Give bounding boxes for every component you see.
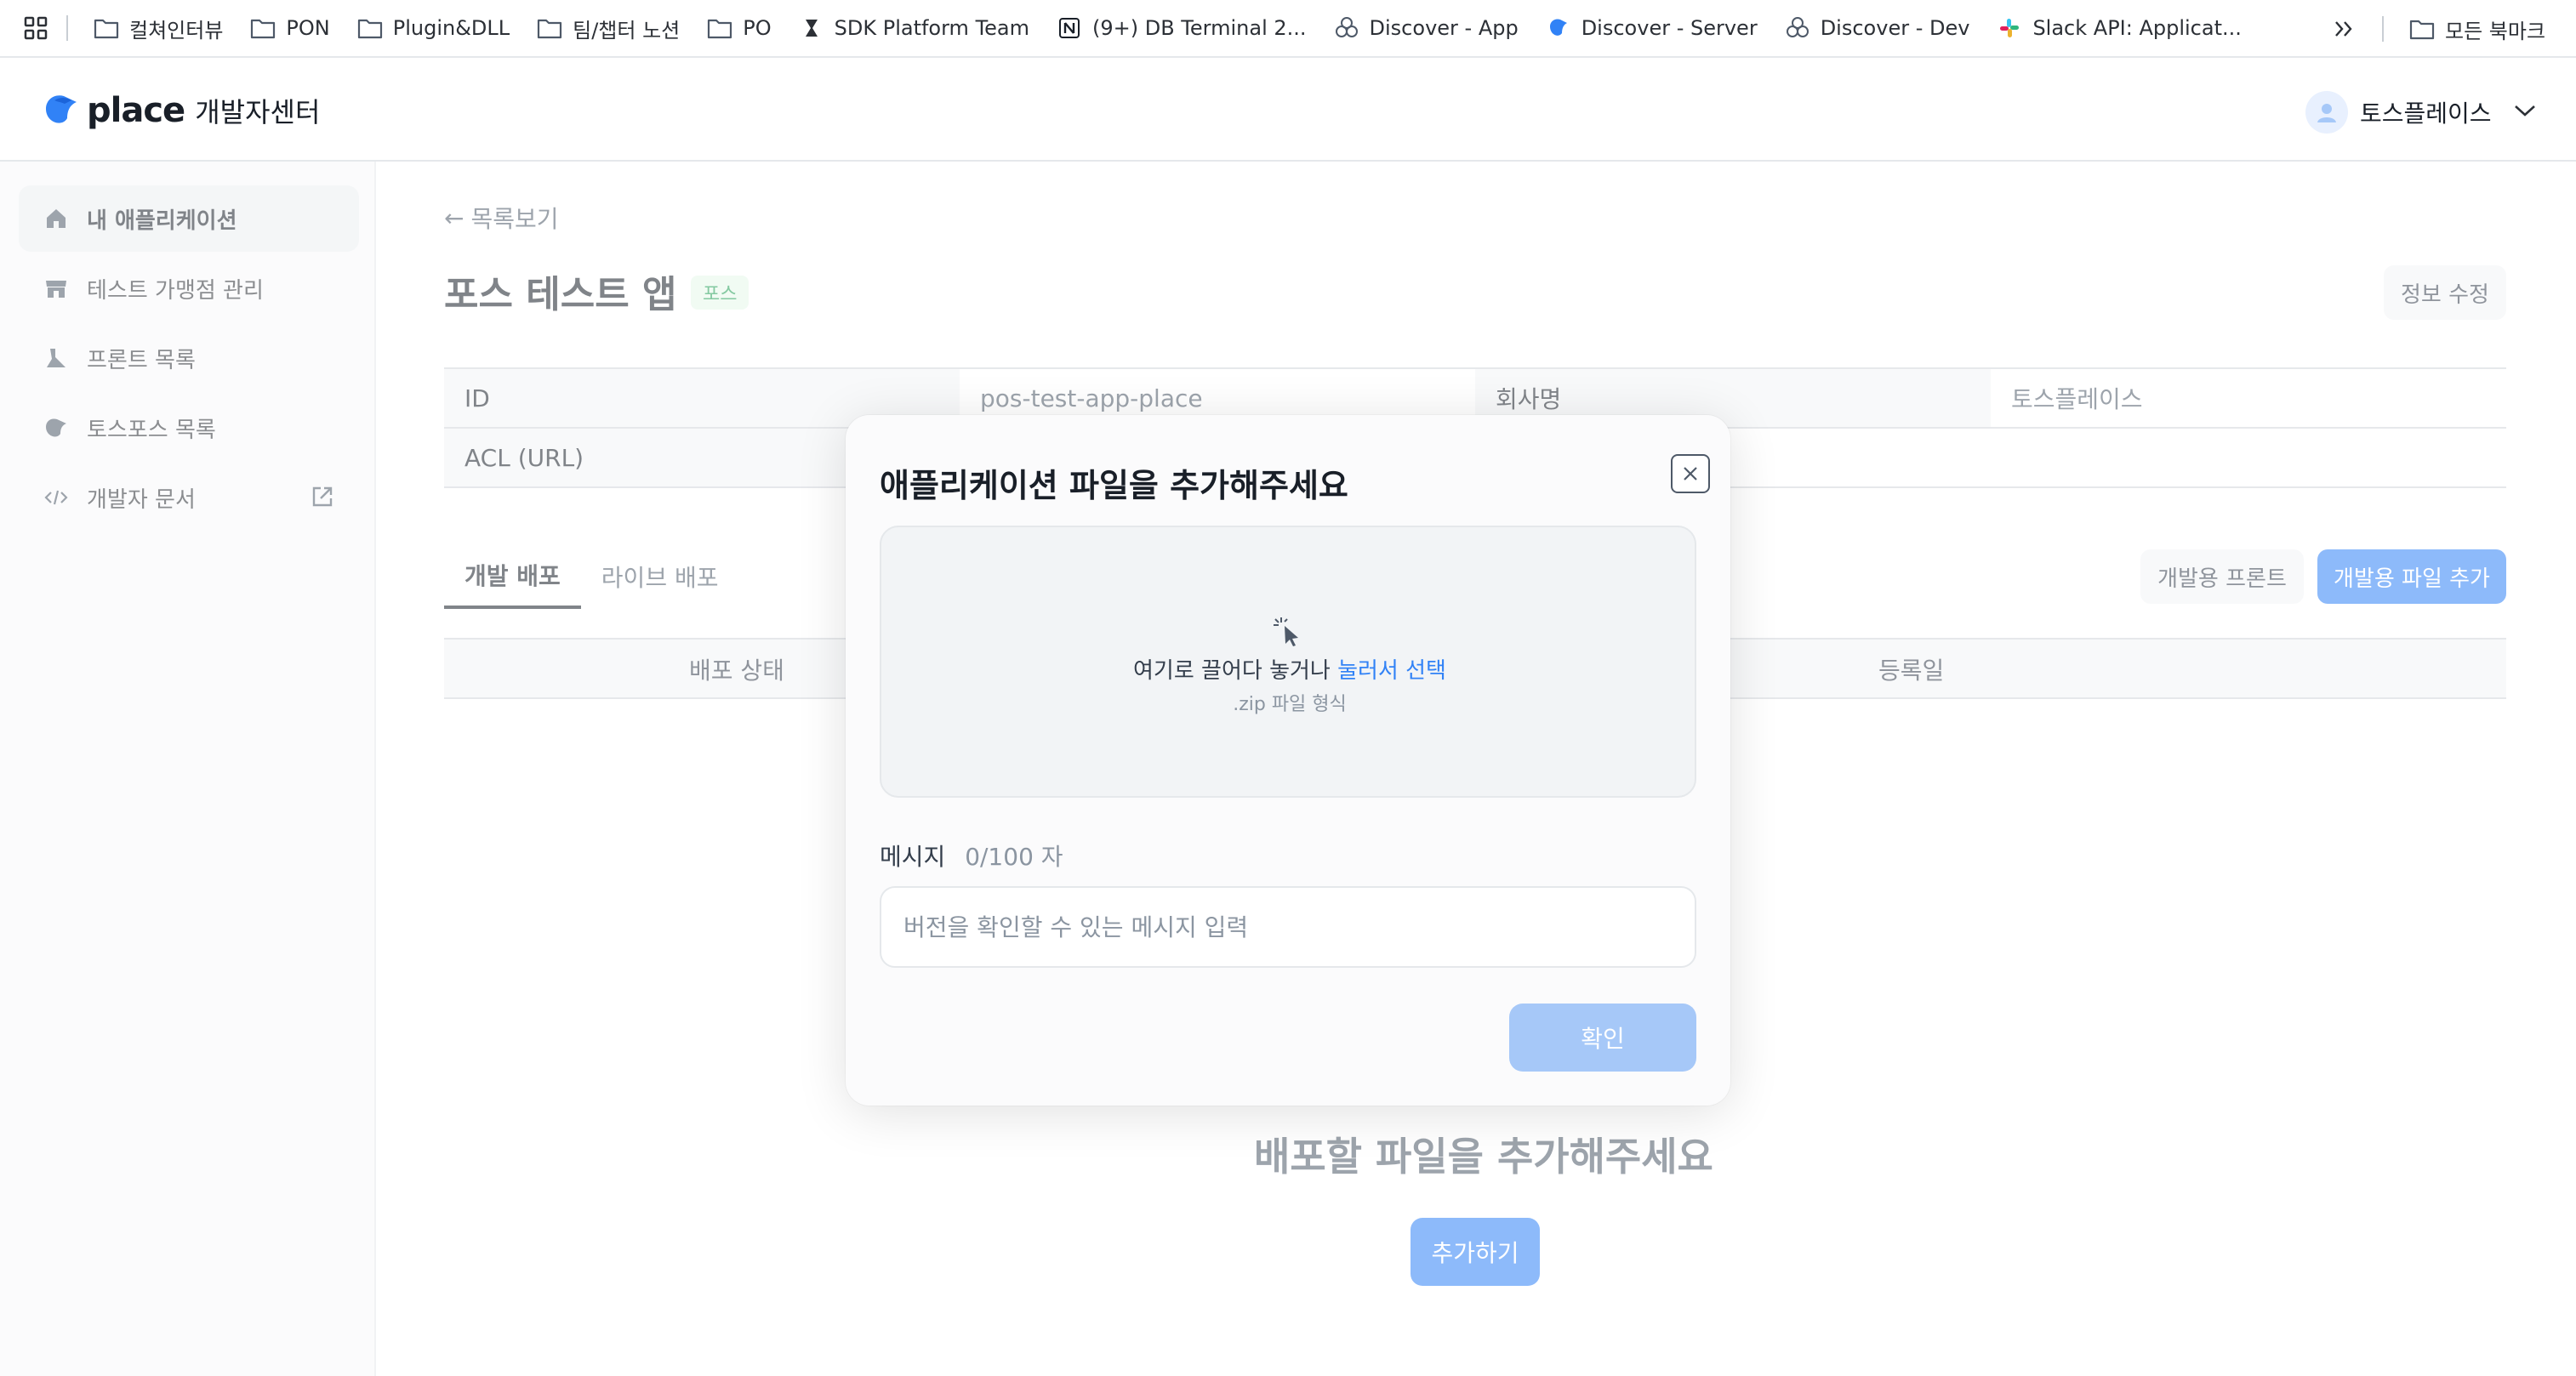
avatar bbox=[2305, 91, 2348, 134]
bookmark-folder-team-notion[interactable]: 팀/챕터 노션 bbox=[525, 7, 690, 49]
dropzone-text: 여기로 끌어다 놓거나 눌러서 선택 bbox=[881, 653, 1698, 685]
discover-icon bbox=[1783, 14, 1812, 43]
chevron-down-icon[interactable] bbox=[2512, 102, 2538, 122]
user-name: 토스플레이스 bbox=[2360, 100, 2492, 128]
more-bookmarks-icon[interactable] bbox=[2322, 8, 2365, 50]
folder-icon bbox=[248, 14, 277, 43]
bookmark-all-bookmarks[interactable]: 모든 북마크 bbox=[2397, 8, 2556, 50]
notion-icon bbox=[1055, 14, 1084, 43]
bookmark-label: PO bbox=[743, 16, 772, 40]
bookmark-label: (9+) DB Terminal 2... bbox=[1092, 16, 1307, 40]
modal-title: 애플리케이션 파일을 추가해주세요 bbox=[880, 467, 1348, 504]
bookmark-label: Slack API: Applicat... bbox=[2032, 16, 2242, 40]
sdk-icon bbox=[797, 14, 826, 43]
close-icon[interactable] bbox=[1671, 454, 1710, 493]
site-header: place 개발자센터 토스플레이스 bbox=[0, 60, 2576, 162]
folder-icon bbox=[92, 14, 121, 43]
bookmark-sdk-platform[interactable]: SDK Platform Team bbox=[787, 7, 1040, 49]
logo-subtitle: 개발자센터 bbox=[195, 96, 321, 128]
folder-icon bbox=[535, 14, 564, 43]
bookmark-label: Discover - Server bbox=[1581, 16, 1758, 40]
file-dropzone[interactable]: 여기로 끌어다 놓거나 눌러서 선택 .zip 파일 형식 bbox=[880, 526, 1696, 798]
bookmark-label: 모든 북마크 bbox=[2445, 19, 2546, 43]
bookmark-discover-server[interactable]: Discover - Server bbox=[1534, 7, 1768, 49]
bookmark-label: Discover - Dev bbox=[1820, 16, 1970, 40]
dropzone-file-format: .zip 파일 형식 bbox=[1233, 694, 1347, 715]
message-label: 메시지 bbox=[880, 843, 946, 871]
add-file-modal: 애플리케이션 파일을 추가해주세요 여기로 끌어다 놓거나 눌러서 선택 .zi… bbox=[846, 415, 1730, 1106]
select-file-link[interactable]: 눌러서 선택 bbox=[1337, 658, 1446, 684]
toss-logo-icon bbox=[43, 92, 80, 129]
bookmarks-divider bbox=[2382, 16, 2384, 42]
bookmarks-divider bbox=[66, 15, 68, 41]
user-menu[interactable]: 토스플레이스 bbox=[2305, 87, 2538, 138]
message-label-row: 메시지 0/100 자 bbox=[880, 839, 1063, 873]
bookmark-slack-api[interactable]: Slack API: Applicat... bbox=[1985, 7, 2251, 49]
bookmark-folder-culture[interactable]: 컬쳐인터뷰 bbox=[82, 7, 233, 49]
bookmark-discover-dev[interactable]: Discover - Dev bbox=[1773, 7, 1980, 49]
bookmark-folder-pon[interactable]: PON bbox=[238, 7, 339, 49]
pointer-click-icon bbox=[1269, 614, 1307, 651]
bookmark-label: 팀/챕터 노션 bbox=[573, 18, 681, 43]
message-char-count: 0/100 자 bbox=[965, 843, 1063, 871]
apps-grid-icon[interactable] bbox=[20, 13, 51, 43]
bookmark-label: Discover - App bbox=[1369, 16, 1519, 40]
folder-icon bbox=[705, 14, 734, 43]
slack-icon bbox=[1995, 14, 2024, 43]
logo-word: place bbox=[87, 91, 185, 130]
discover-icon bbox=[1332, 14, 1361, 43]
bookmark-label: 컬쳐인터뷰 bbox=[129, 18, 224, 43]
folder-icon bbox=[356, 14, 385, 43]
bookmark-label: SDK Platform Team bbox=[834, 16, 1029, 40]
bookmark-folder-po[interactable]: PO bbox=[695, 7, 781, 49]
folder-icon bbox=[2408, 14, 2436, 43]
dropzone-instruction: 여기로 끌어다 놓거나 bbox=[1133, 658, 1331, 684]
logo[interactable]: place 개발자센터 bbox=[43, 85, 320, 136]
toss-icon bbox=[1544, 14, 1573, 43]
bookmark-label: Plugin&DLL bbox=[392, 16, 510, 40]
bookmark-folder-plugin[interactable]: Plugin&DLL bbox=[345, 7, 520, 49]
user-icon bbox=[2317, 104, 2336, 122]
bookmark-label: PON bbox=[286, 16, 330, 40]
bookmark-discover-app[interactable]: Discover - App bbox=[1322, 7, 1529, 49]
bookmark-db-terminal[interactable]: (9+) DB Terminal 2... bbox=[1045, 7, 1317, 49]
confirm-button[interactable]: 확인 bbox=[1509, 1004, 1696, 1072]
message-input[interactable] bbox=[880, 886, 1696, 968]
bookmarks-bar: 컬쳐인터뷰 PON Plugin&DLL 팀/챕터 노션 PO SDK Plat… bbox=[0, 0, 2576, 58]
